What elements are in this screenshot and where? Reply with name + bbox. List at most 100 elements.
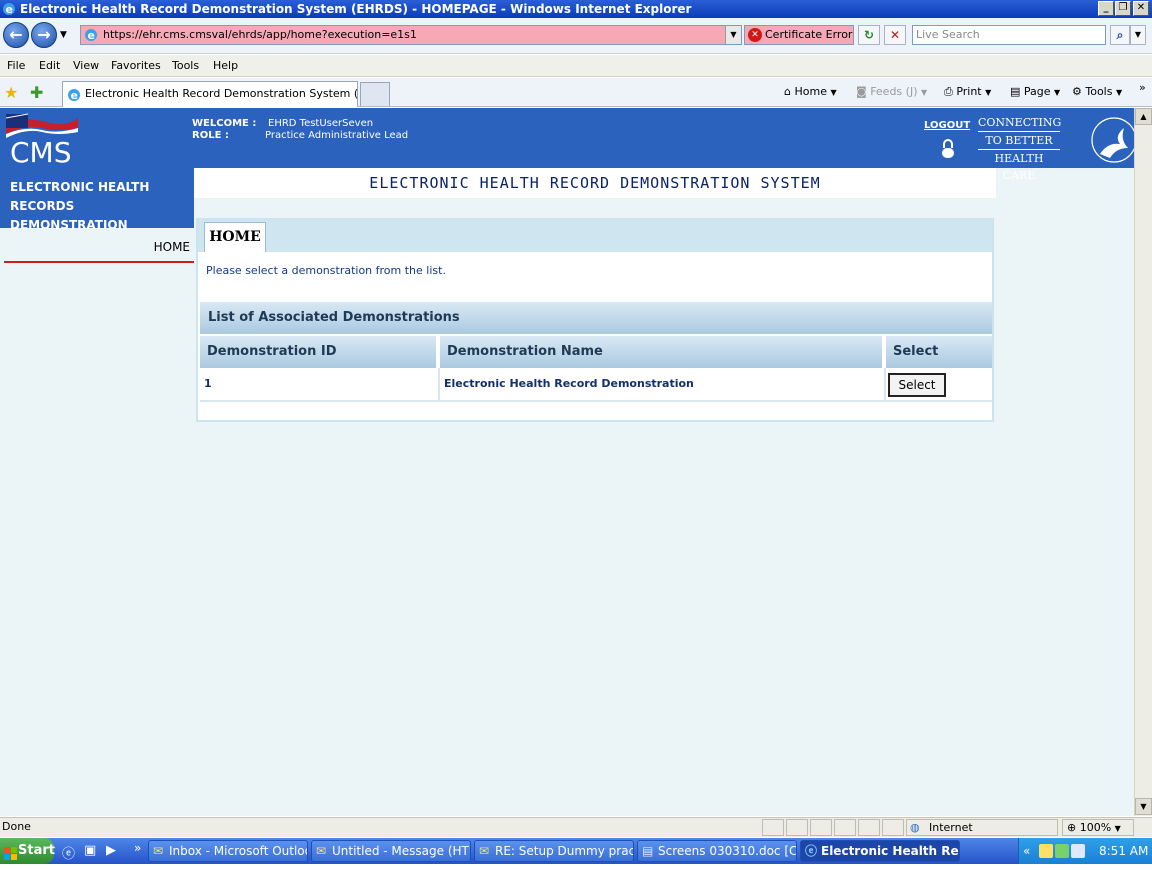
start-label: Start [18, 843, 55, 858]
address-dropdown-icon[interactable]: ▼ [725, 26, 741, 44]
taskbar-item-word[interactable]: ▤ Screens 030310.doc [Co... [637, 840, 797, 862]
sidebar-item-home[interactable]: HOME [0, 228, 194, 260]
browser-tab-active[interactable]: e Electronic Health Record Demonstration… [62, 81, 358, 107]
quicklaunch-more-icon[interactable]: » [134, 841, 141, 855]
tray-security-icon[interactable] [1071, 844, 1085, 858]
tab-home[interactable]: HOME [204, 222, 266, 252]
forward-button[interactable]: → [31, 22, 57, 48]
menu-bar: File Edit View Favorites Tools Help [0, 55, 1152, 77]
page-command[interactable]: ▤ Page ▼ [1010, 84, 1060, 101]
tray-network-icon[interactable] [1055, 844, 1069, 858]
add-favorite-icon[interactable]: ✚ [30, 83, 43, 102]
stop-button[interactable]: ✕ [884, 25, 906, 45]
tools-command-label: Tools [1085, 85, 1113, 98]
column-header-name: Demonstration Name [440, 336, 884, 368]
clock: 8:51 AM [1099, 844, 1149, 858]
zone-label: Internet [929, 821, 973, 834]
page-content: CMS WELCOME : ROLE : EHRD TestUserSeven … [0, 108, 1134, 816]
print-command[interactable]: ⎙ Print ▼ [944, 84, 991, 101]
taskbar-item-message[interactable]: ✉ Untitled - Message (HTML) [311, 840, 471, 862]
feeds-command[interactable]: ◙ Feeds (J) ▼ [856, 84, 927, 101]
menu-help[interactable]: Help [213, 58, 238, 74]
print-command-label: Print [956, 85, 982, 98]
tab-bar: ★ ✚ e Electronic Health Record Demonstra… [0, 78, 1152, 107]
search-icon[interactable]: ⌕ [1110, 25, 1130, 45]
tools-command[interactable]: ⚙ Tools ▼ [1072, 84, 1122, 101]
cell-demonstration-name: Electronic Health Record Demonstration [440, 368, 886, 400]
menu-edit[interactable]: Edit [39, 58, 60, 74]
tray-expand-icon[interactable]: « [1023, 838, 1030, 864]
tab-title: Electronic Health Record Demonstration S… [85, 87, 358, 100]
tab-page-icon: e [67, 87, 81, 107]
taskbar-item-reply[interactable]: ✉ RE: Setup Dummy practi... [474, 840, 634, 862]
task-label: RE: Setup Dummy practi... [495, 844, 634, 858]
welcome-user: EHRD TestUserSeven [268, 118, 374, 129]
tagline-line-1: CONNECTING [978, 114, 1061, 132]
logout-link[interactable]: LOGOUT [924, 120, 970, 131]
row-divider [200, 400, 992, 402]
search-input[interactable]: Live Search [912, 25, 1106, 45]
close-window-button[interactable]: ✕ [1133, 1, 1149, 16]
ie-logo-icon: e [2, 2, 16, 16]
list-title: List of Associated Demonstrations [200, 302, 992, 334]
page-icon: e [84, 28, 98, 48]
svg-text:CMS: CMS [10, 136, 71, 166]
outlook-icon: ✉ [153, 844, 164, 858]
feeds-icon: ◙ [856, 85, 867, 98]
task-label: Screens 030310.doc [Co... [658, 844, 797, 858]
svg-text:e: e [88, 29, 95, 42]
certificate-error-button[interactable]: ✕ Certificate Error [744, 25, 854, 45]
user-role: Practice Administrative Lead [265, 130, 409, 141]
status-pane [810, 819, 832, 836]
scroll-up-icon[interactable]: ▲ [1135, 108, 1152, 125]
menu-view[interactable]: View [73, 58, 99, 74]
menu-favorites[interactable]: Favorites [111, 58, 161, 74]
certificate-error-icon: ✕ [748, 28, 762, 42]
back-button[interactable]: ← [3, 22, 29, 48]
tab-strip: HOME [198, 220, 992, 252]
refresh-button[interactable]: ↻ [858, 25, 880, 45]
new-tab-button[interactable] [360, 82, 390, 106]
flag-icon [5, 113, 78, 138]
message-icon: ✉ [316, 844, 327, 858]
favorites-star-icon[interactable]: ★ [4, 83, 18, 102]
taskbar-item-outlook[interactable]: ✉ Inbox - Microsoft Outlook [148, 840, 308, 862]
status-pane [762, 819, 784, 836]
history-dropdown-icon[interactable]: ▼ [60, 30, 67, 40]
more-commands-icon[interactable]: » [1139, 80, 1146, 96]
status-pane [786, 819, 808, 836]
windows-logo-icon [4, 844, 17, 870]
envelope-icon: ✉ [479, 844, 490, 858]
start-button[interactable]: Start [0, 838, 55, 864]
page-menu-icon: ▤ [1010, 85, 1021, 98]
status-text: Done [2, 820, 31, 833]
svg-text:e: e [6, 3, 13, 16]
search-options-icon[interactable]: ▼ [1130, 25, 1146, 45]
zoom-level: 100% [1079, 821, 1112, 834]
minimize-button[interactable]: _ [1098, 1, 1114, 16]
quicklaunch-ie-icon[interactable]: ⓔ [62, 843, 75, 862]
menu-file[interactable]: File [7, 58, 25, 74]
taskbar-item-ie[interactable]: ⓔ Electronic Health Rec... [800, 840, 960, 862]
main-panel: HOME Please select a demonstration from … [196, 218, 994, 422]
zoom-control[interactable]: ⊕ 100% ▼ [1062, 819, 1134, 836]
welcome-values: EHRD TestUserSeven Practice Administrati… [265, 118, 409, 142]
home-icon: ⌂ [784, 85, 791, 98]
quicklaunch-media-icon[interactable]: ▶ [106, 843, 116, 858]
tray-outlook-icon[interactable] [1039, 844, 1053, 858]
home-command[interactable]: ⌂ Home ▼ [784, 84, 837, 101]
quicklaunch-desktop-icon[interactable]: ▣ [84, 843, 96, 858]
system-title: ELECTRONIC HEALTH RECORD DEMONSTRATION S… [194, 168, 996, 198]
home-command-label: Home [794, 85, 827, 98]
welcome-labels: WELCOME : ROLE : [192, 118, 256, 142]
restore-button[interactable]: ❐ [1115, 1, 1131, 16]
menu-tools[interactable]: Tools [172, 58, 199, 74]
window-title: Electronic Health Record Demonstration S… [20, 2, 692, 16]
lock-icon [940, 138, 956, 163]
scroll-down-icon[interactable]: ▼ [1135, 798, 1152, 815]
select-button[interactable]: Select [888, 373, 946, 397]
hhs-seal-icon [1090, 114, 1134, 168]
address-input[interactable]: e https://ehr.cms.cmsval/ehrds/app/home?… [80, 25, 742, 45]
vertical-scrollbar[interactable]: ▲ ▼ [1134, 108, 1152, 816]
status-bar: Done ◍ Internet ⊕ 100% ▼ [0, 817, 1152, 837]
